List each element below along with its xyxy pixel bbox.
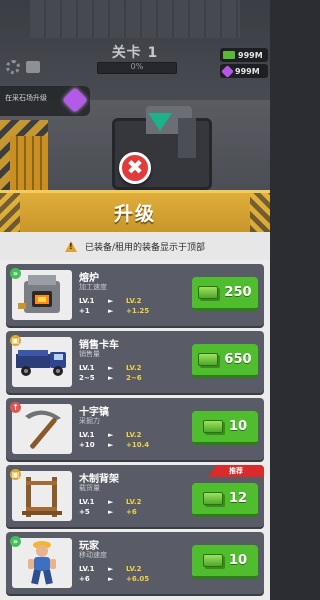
cash-icon <box>223 51 235 59</box>
gem-counter: 999M <box>220 64 268 78</box>
pickaxe-icon <box>25 410 61 449</box>
cash-counter: 999M <box>220 48 268 62</box>
gem-value: 999M <box>235 66 260 76</box>
upgrade-card-sales-truck: ▣ 销售卡车 销售量 LV.1 ► LV.2 2~5 ► 2~6 650 <box>6 331 264 393</box>
shop-icon[interactable] <box>26 61 40 73</box>
level-to: LV.2 <box>126 297 142 305</box>
upgrade-buy-button[interactable]: 250 <box>192 277 258 311</box>
gem-icon <box>221 64 234 78</box>
stat-to: +10.4 <box>126 441 150 449</box>
level-to: LV.2 <box>126 498 142 506</box>
arrow-right-icon: ► <box>108 575 114 583</box>
cash-icon <box>202 492 223 505</box>
price: 650 <box>224 352 252 367</box>
machine-chute <box>178 118 196 158</box>
wooden-crate <box>10 136 48 190</box>
top-icons <box>6 60 40 74</box>
cash-value: 999M <box>238 50 263 60</box>
drop-arrow-icon <box>148 113 172 131</box>
progress-text: 0% <box>130 62 144 71</box>
stat-from: +5 <box>79 508 90 516</box>
sales-badge-icon: ▣ <box>10 335 21 346</box>
wooden-frame-icon <box>22 477 62 517</box>
item-attribute: 销售量 <box>79 350 100 358</box>
cash-icon <box>202 420 223 433</box>
furnace-icon <box>18 275 60 313</box>
quest-text: 在采石场升级 <box>5 94 47 102</box>
level-from: LV.1 <box>79 565 95 573</box>
arrow-right-icon: ► <box>108 508 114 516</box>
item-image <box>12 471 72 521</box>
level-to: LV.2 <box>126 431 142 439</box>
player-icon <box>28 541 56 585</box>
stat-to: +6 <box>126 508 137 516</box>
level-progress-bar: 0% <box>97 62 177 74</box>
item-image <box>12 337 72 387</box>
level-to: LV.2 <box>126 565 142 573</box>
arrow-right-icon: ► <box>108 297 114 305</box>
capacity-badge-icon: ▣ <box>10 469 21 480</box>
power-badge-icon: ↑ <box>10 402 21 413</box>
upgrade-panel: 升级 已装备/租用的装备显示于顶部 » 熔炉 加工速度 LV.1 ► LV.2 … <box>0 190 270 600</box>
upgrade-buy-button[interactable]: 650 <box>192 344 258 378</box>
speed-badge-icon: » <box>10 536 21 547</box>
stat-to: 2~6 <box>126 374 142 382</box>
stat-to: +1.25 <box>126 307 150 315</box>
upgrade-card-wooden-frame: 推荐 ▣ 木制背架 载货量 LV.1 ► LV.2 +5 ► +6 12 <box>6 465 264 527</box>
stat-from: +10 <box>79 441 95 449</box>
arrow-right-icon: ► <box>108 431 114 439</box>
panel-header: 升级 <box>0 190 270 235</box>
arrow-right-icon: ► <box>108 498 114 506</box>
quest-banner[interactable]: 在采石场升级 <box>0 86 90 116</box>
upgrade-buy-button[interactable]: 10 <box>192 545 258 579</box>
speed-badge-icon: » <box>10 268 21 279</box>
gem-reward-icon <box>62 87 88 113</box>
panel-title: 升级 <box>113 203 156 225</box>
cash-icon <box>198 353 219 366</box>
level-to: LV.2 <box>126 364 142 372</box>
arrow-right-icon: ► <box>108 441 114 449</box>
stat-to: +6.05 <box>126 575 150 583</box>
upgrade-card-furnace: » 熔炉 加工速度 LV.1 ► LV.2 +1 ► +1.25 250 <box>6 264 264 326</box>
recommended-tag: 推荐 <box>208 465 264 477</box>
wall <box>30 0 240 38</box>
item-attribute: 采掘力 <box>79 417 100 425</box>
upgrade-buy-button[interactable]: 10 <box>192 411 258 445</box>
stat-from: 2~5 <box>79 374 95 382</box>
item-attribute: 载货量 <box>79 484 100 492</box>
cash-icon <box>202 554 223 567</box>
price: 10 <box>228 419 248 434</box>
upgrade-card-player: » 玩家 移动速度 LV.1 ► LV.2 +6 ► +6.05 10 <box>6 532 264 594</box>
price: 12 <box>228 491 248 506</box>
settings-gear-icon[interactable] <box>6 60 20 74</box>
notice-text: 已装备/租用的装备显示于顶部 <box>84 242 206 253</box>
arrow-right-icon: ► <box>108 374 114 382</box>
arrow-right-icon: ► <box>108 364 114 372</box>
level-from: LV.1 <box>79 431 95 439</box>
close-button[interactable]: ✖ <box>119 152 151 184</box>
item-image <box>12 538 72 588</box>
item-attribute: 加工速度 <box>79 283 107 291</box>
arrow-right-icon: ► <box>108 307 114 315</box>
item-attribute: 移动速度 <box>79 551 107 559</box>
level-from: LV.1 <box>79 364 95 372</box>
warning-icon <box>64 240 77 252</box>
upgrade-buy-button[interactable]: 12 <box>192 483 258 517</box>
item-image <box>12 270 72 320</box>
stat-from: +6 <box>79 575 90 583</box>
item-image <box>12 404 72 454</box>
arrow-right-icon: ► <box>108 565 114 573</box>
level-from: LV.1 <box>79 498 95 506</box>
upgrade-card-pickaxe: ↑ 十字镐 采掘力 LV.1 ► LV.2 +10 ► +10.4 10 <box>6 398 264 460</box>
equipment-notice: 已装备/租用的装备显示于顶部 <box>0 232 270 260</box>
stat-from: +1 <box>79 307 90 315</box>
cash-icon <box>198 286 219 299</box>
price: 10 <box>228 553 248 568</box>
level-from: LV.1 <box>79 297 95 305</box>
truck-icon <box>16 350 66 376</box>
price: 250 <box>224 285 252 300</box>
